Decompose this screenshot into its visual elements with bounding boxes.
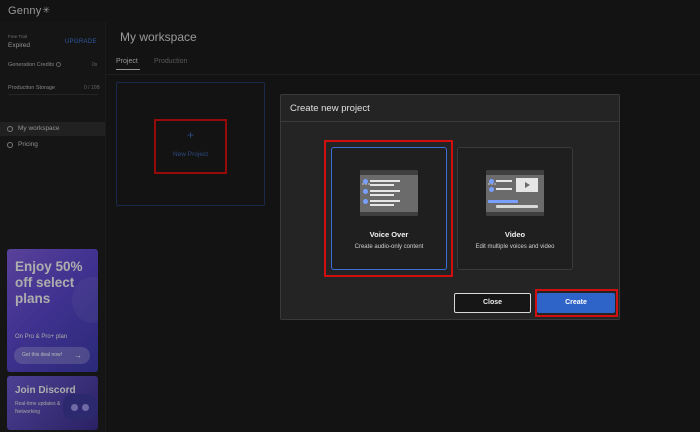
- text-line: [370, 200, 400, 202]
- video-title: Video: [504, 230, 526, 239]
- avatar-icon: [363, 189, 368, 194]
- timeline-track: [496, 205, 538, 208]
- video-frame: [516, 178, 538, 192]
- create-button[interactable]: Create: [537, 293, 615, 313]
- text-line: [370, 190, 400, 192]
- dialog-title: Create new project: [290, 103, 370, 114]
- video-description: Edit multiple voices and video: [475, 244, 555, 250]
- illustration-player-bar: [486, 212, 544, 216]
- text-line: [496, 188, 512, 190]
- voice-over-title: Voice Over: [369, 230, 409, 239]
- avatar-icon: [489, 179, 494, 184]
- play-icon: [525, 182, 530, 188]
- text-line: [370, 194, 394, 196]
- illustration-dots: [362, 172, 374, 185]
- voice-over-illustration-icon: [360, 170, 418, 216]
- text-line: [370, 204, 394, 206]
- text-line: [370, 180, 400, 182]
- avatar-icon: [489, 187, 494, 192]
- text-line: [496, 180, 512, 182]
- app-window: Genny✳ Free Trial Expired UPGRADE Genera…: [0, 0, 700, 432]
- text-line: [370, 184, 394, 186]
- illustration-titlebar: [486, 170, 544, 185]
- illustration-player-bar: [360, 212, 418, 216]
- create-project-dialog: Create new project Voice Over Create aud…: [280, 94, 620, 320]
- video-option[interactable]: Video Edit multiple voices and video: [457, 147, 573, 270]
- timeline-track: [488, 200, 518, 203]
- close-button[interactable]: Close: [454, 293, 531, 313]
- avatar-icon: [363, 179, 368, 184]
- voice-over-description: Create audio-only content: [354, 244, 424, 250]
- avatar-icon: [363, 199, 368, 204]
- video-illustration-icon: [486, 170, 544, 216]
- dialog-divider: [281, 121, 619, 122]
- illustration-dots: [488, 172, 500, 185]
- illustration-titlebar: [360, 170, 418, 185]
- voice-over-option[interactable]: Voice Over Create audio-only content: [331, 147, 447, 270]
